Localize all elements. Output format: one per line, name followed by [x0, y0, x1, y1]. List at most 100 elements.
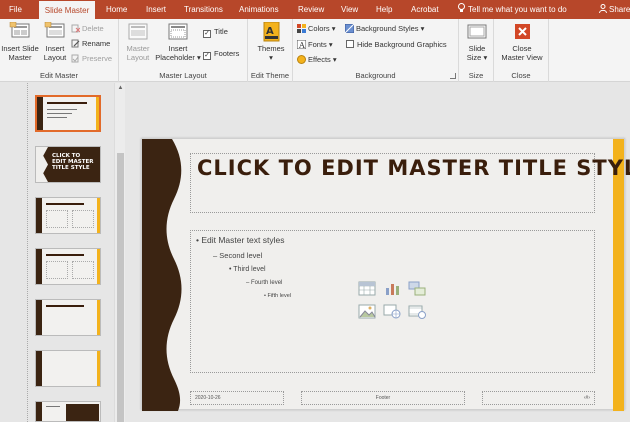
tab-animations[interactable]: Animations	[239, 0, 279, 19]
colors-label: Colors	[308, 24, 330, 33]
tab-home[interactable]: Home	[106, 0, 127, 19]
master-layout-label-2: Layout	[126, 53, 150, 62]
text-level-4[interactable]: – Fourth level	[246, 280, 282, 286]
footers-checkbox-box[interactable]: ✓	[203, 52, 211, 60]
insert-slide-master-button[interactable]: Insert Slide Master	[0, 21, 40, 62]
background-styles-dropdown[interactable]: Background Styles ▾	[344, 23, 424, 34]
rename-label: Rename	[82, 39, 111, 48]
tab-help[interactable]: Help	[376, 0, 392, 19]
colors-dropdown[interactable]: Colors ▾	[297, 24, 336, 34]
tab-transitions[interactable]: Transitions	[184, 0, 223, 19]
date-placeholder[interactable]: 2020-10-26	[190, 391, 284, 405]
slide-number-text[interactable]: ‹#›	[584, 395, 590, 401]
text-level-3[interactable]: • Third level	[229, 266, 266, 273]
delete-button[interactable]: Delete	[71, 24, 104, 34]
insert-table-icon[interactable]	[358, 281, 376, 296]
hide-background-graphics-checkbox[interactable]: Hide Background Graphics	[346, 40, 447, 50]
preserve-button[interactable]: Preserve	[71, 54, 112, 64]
slide-size-label-1: Slide	[468, 44, 486, 53]
close-group-label: Close	[511, 71, 531, 80]
hide-background-graphics-label: Hide Background Graphics	[357, 40, 447, 49]
content-placeholder[interactable]: • Edit Master text styles – Second level…	[190, 230, 595, 373]
thumbnail-master-selected[interactable]	[35, 95, 101, 132]
date-text[interactable]: 2020-10-26	[195, 395, 221, 401]
text-level-5[interactable]: • Fifth level	[264, 293, 291, 299]
rename-icon	[71, 39, 80, 48]
scrollbar-thumb[interactable]	[117, 153, 124, 422]
themes-button[interactable]: A Themes ▾	[250, 21, 292, 62]
tab-view[interactable]: View	[341, 0, 358, 19]
share-label: Share	[609, 5, 630, 14]
lightbulb-icon	[458, 1, 465, 12]
tab-file[interactable]: File	[9, 0, 22, 19]
slide-size-icon	[466, 22, 488, 42]
footers-checkbox[interactable]: ✓ Footers	[203, 49, 239, 60]
close-master-view-button[interactable]: Close Master View	[496, 22, 548, 62]
text-level-1[interactable]: • Edit Master text styles	[196, 235, 284, 245]
insert-slide-master-label-2: Master	[8, 53, 32, 62]
thumbnail-layout-7[interactable]	[35, 401, 101, 422]
themes-icon: A	[260, 21, 282, 42]
text-level-2[interactable]: – Second level	[213, 251, 262, 260]
effects-dropdown[interactable]: Effects ▾	[297, 55, 337, 65]
rename-button[interactable]: Rename	[71, 39, 110, 49]
close-master-view-label-1: Close	[512, 44, 532, 53]
tab-insert[interactable]: Insert	[146, 0, 166, 19]
insert-video-icon[interactable]	[408, 304, 426, 319]
slide-number-placeholder[interactable]: ‹#›	[482, 391, 595, 405]
dropdown-caret-icon: ▾	[196, 53, 201, 62]
master-layout-label-1: Master	[126, 44, 150, 53]
share-button[interactable]: Share	[599, 0, 630, 19]
slide-size-label-2: Size ▾	[466, 53, 488, 62]
slide-editing-area: CLICK TO EDIT MASTER TITLE STYLE • Edit …	[128, 83, 630, 422]
insert-placeholder-button[interactable]: Insert Placeholder ▾	[155, 22, 201, 62]
title-placeholder[interactable]: CLICK TO EDIT MASTER TITLE STYLE	[190, 153, 630, 213]
dialog-launcher-icon[interactable]	[450, 73, 456, 79]
master-title-text[interactable]: CLICK TO EDIT MASTER TITLE STYLE	[197, 156, 630, 180]
insert-layout-label-2: Layout	[43, 53, 67, 62]
close-master-view-label-2: Master View	[501, 53, 543, 62]
insert-chart-icon[interactable]	[383, 281, 401, 296]
tab-acrobat[interactable]: Acrobat	[411, 0, 439, 19]
thumbnail-layout-3[interactable]	[35, 197, 101, 234]
title-checkbox[interactable]: ✓ Title	[203, 27, 228, 38]
tell-me-search[interactable]: Tell me what you want to do	[458, 0, 567, 19]
slide-size-button[interactable]: Slide Size ▾	[461, 22, 493, 62]
insert-picture-icon[interactable]	[358, 304, 376, 319]
person-icon	[599, 1, 607, 14]
group-edit-master: Insert Slide Master Insert Layout Delete…	[0, 19, 119, 82]
tab-slide-master[interactable]: Slide Master	[39, 0, 95, 19]
slide-master-canvas[interactable]: CLICK TO EDIT MASTER TITLE STYLE • Edit …	[141, 138, 630, 411]
insert-online-picture-icon[interactable]	[383, 304, 401, 319]
master-layout-button[interactable]: Master Layout	[121, 22, 155, 62]
edit-master-group-label: Edit Master	[40, 71, 78, 80]
insert-layout-button[interactable]: Insert Layout	[41, 21, 69, 62]
powerpoint-window: File Slide Master Home Insert Transition…	[0, 0, 630, 422]
thumbnail-layout-4[interactable]	[35, 248, 101, 285]
thumbnail-scrollbar[interactable]: ▲	[114, 83, 125, 422]
hide-background-graphics-box[interactable]	[346, 40, 354, 48]
fonts-label: Fonts	[308, 40, 327, 49]
colors-icon	[297, 24, 306, 33]
edit-theme-group-label: Edit Theme	[250, 71, 290, 80]
decorative-wave-shape	[142, 139, 190, 411]
tab-review[interactable]: Review	[298, 0, 324, 19]
effects-label: Effects	[308, 55, 331, 64]
themes-label: Themes	[257, 44, 285, 53]
footer-placeholder[interactable]: Footer	[301, 391, 465, 405]
thumbnail-layout-6[interactable]	[35, 350, 101, 387]
thumbnail-title-layout[interactable]: CLICK TO EDIT MASTER TITLE STYLE	[35, 146, 101, 183]
title-checkbox-box[interactable]: ✓	[203, 30, 211, 38]
ribbon-tab-bar: File Slide Master Home Insert Transition…	[0, 0, 630, 19]
footer-text[interactable]: Footer	[302, 395, 464, 401]
fonts-dropdown[interactable]: A Fonts ▾	[296, 39, 333, 50]
preserve-icon	[71, 54, 80, 63]
thumbnail-layout-5[interactable]	[35, 299, 101, 336]
scroll-up-arrow-icon[interactable]: ▲	[115, 85, 126, 91]
group-master-layout: Master Layout Insert Placeholder ▾ ✓ Titl…	[119, 19, 248, 82]
background-group-label: Background	[355, 71, 396, 80]
delete-label: Delete	[82, 24, 104, 33]
insert-placeholder-label-2: Placeholder ▾	[155, 53, 201, 62]
insert-smartart-icon[interactable]	[408, 281, 426, 296]
ribbon: Insert Slide Master Insert Layout Delete…	[0, 19, 630, 82]
